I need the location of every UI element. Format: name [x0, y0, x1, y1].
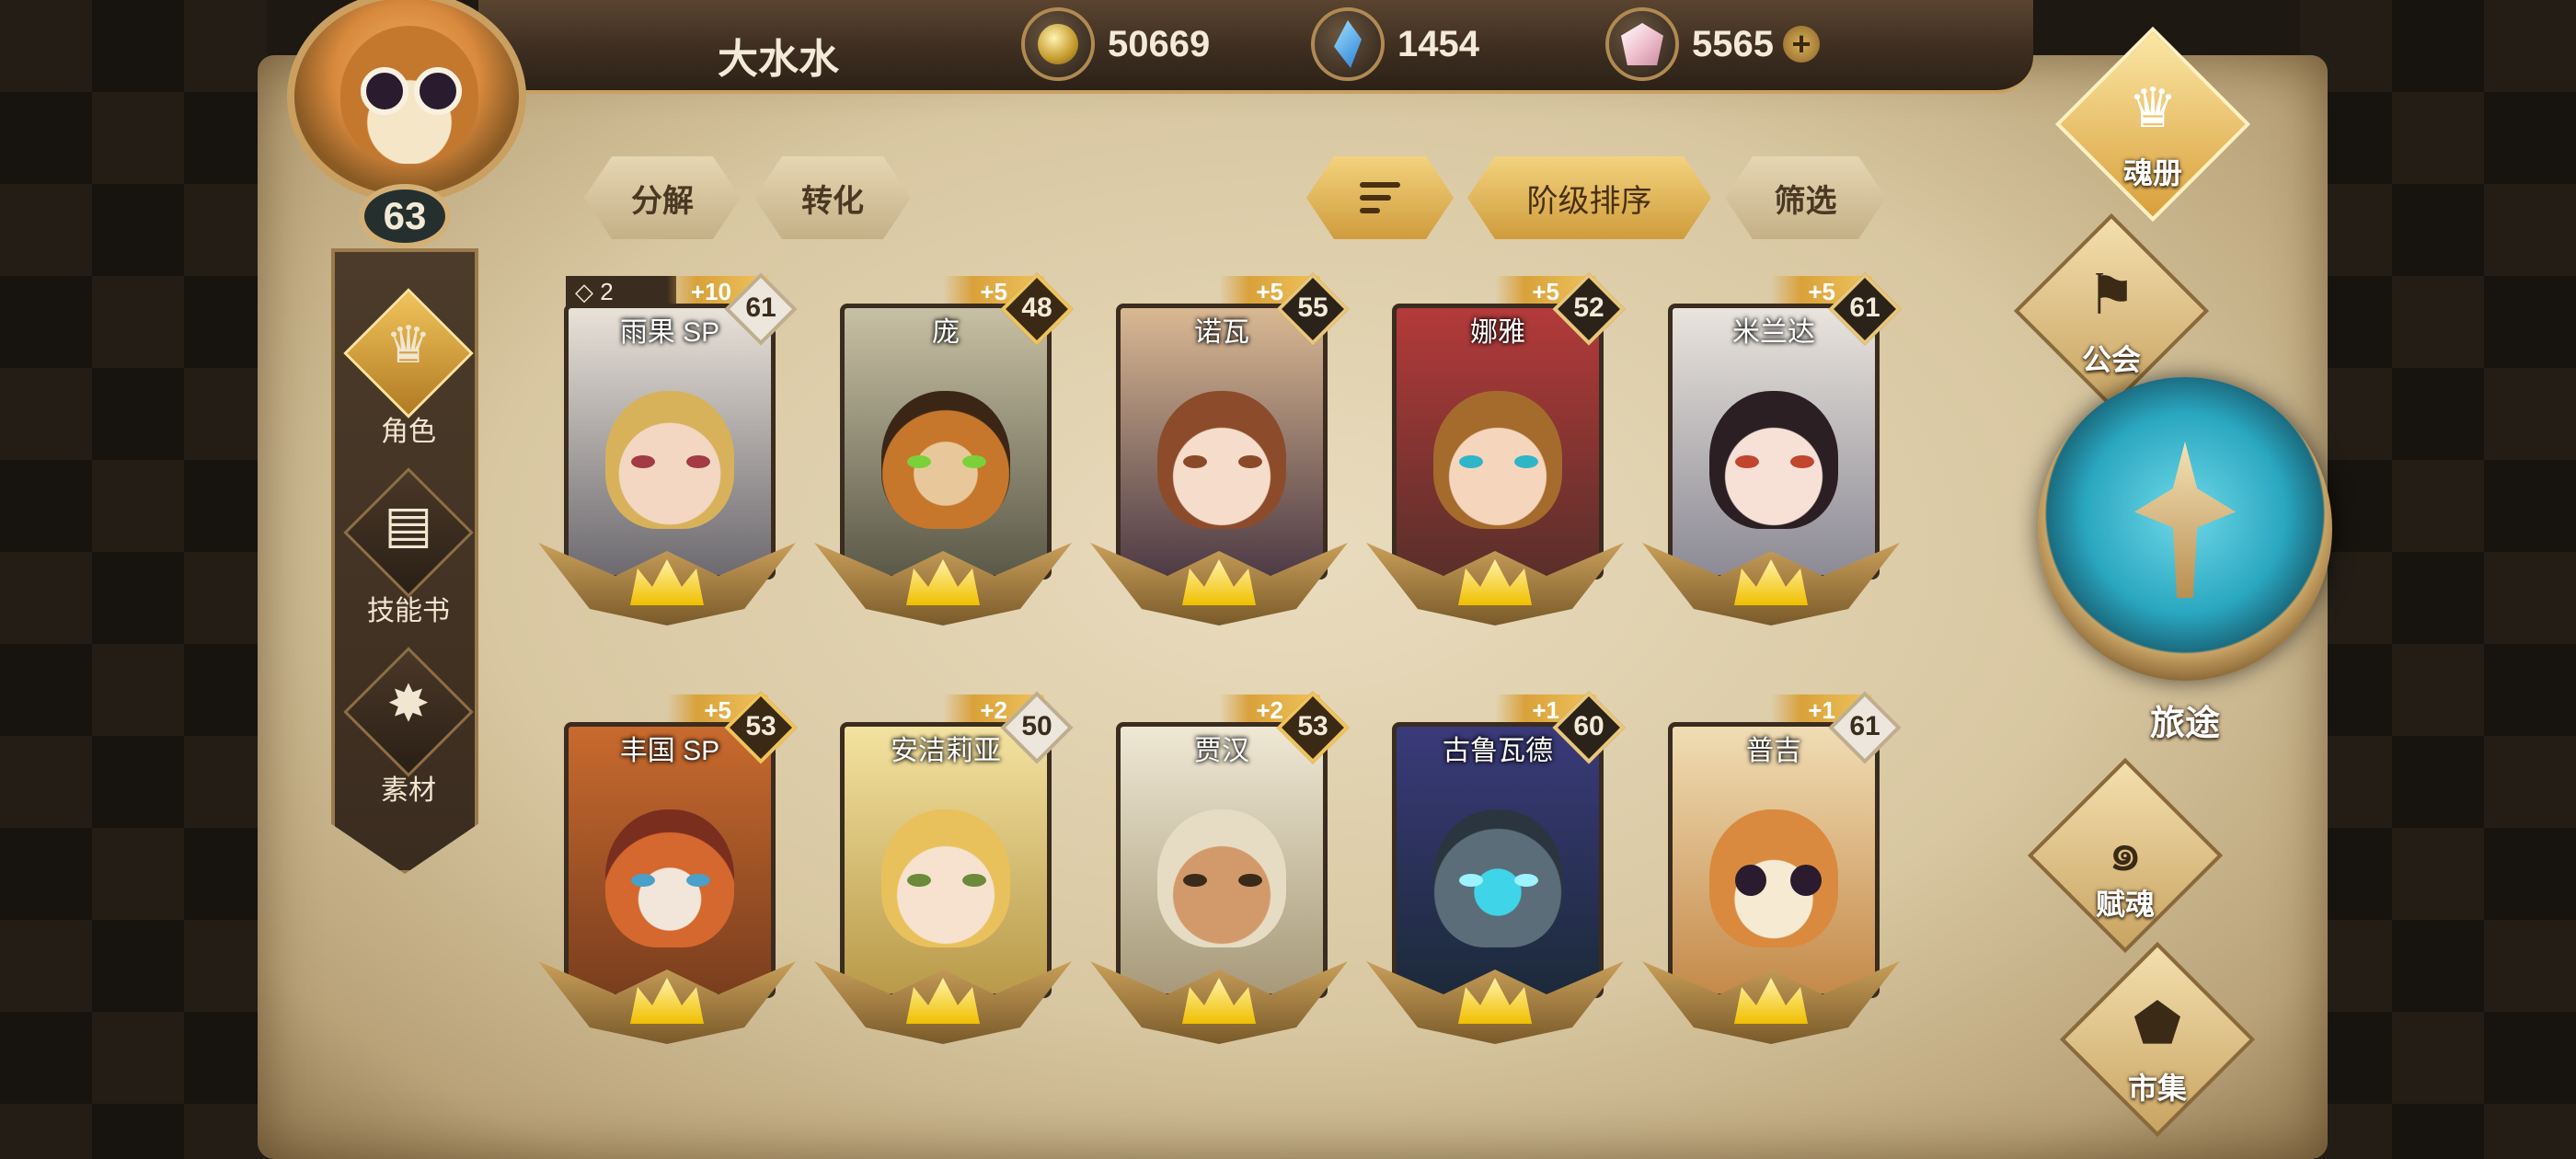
hero-level: 50 [1021, 711, 1052, 741]
star-rank-chip: ◇ 2 [566, 276, 676, 307]
left-border-panel [0, 0, 267, 1159]
gem-currency: 5565 + [1605, 7, 1820, 81]
convert-button[interactable]: 转化 [754, 156, 911, 239]
hero-card[interactable]: ◇ 2 +10 雨果 SP 61 [538, 267, 798, 671]
sort-lines-icon [1360, 182, 1400, 213]
hero-level: 53 [1297, 711, 1328, 741]
right-border-panel [2300, 0, 2576, 1159]
hero-level: 48 [1021, 293, 1052, 323]
gold-coin-icon [1021, 7, 1095, 81]
hero-level: 61 [745, 293, 776, 323]
nav-label: 魂册 [2122, 156, 2182, 189]
hero-card[interactable]: +1 普吉 61 [1642, 685, 1902, 1090]
nav-market[interactable]: ⬟ 市集 [2038, 941, 2277, 1141]
player-level-badge: 63 [359, 184, 451, 248]
hero-card[interactable]: +2 贾汉 53 [1090, 685, 1350, 1090]
blue-crystal-icon [1311, 7, 1385, 81]
crystal-currency: 1454 [1311, 7, 1479, 81]
hero-card[interactable]: +5 米兰达 61 [1642, 267, 1902, 671]
menu-item-materials[interactable]: ✸ 素材 [335, 647, 478, 822]
gem-amount: 5565 [1692, 23, 1774, 64]
player-avatar[interactable]: 63 [267, 0, 552, 248]
avatar-frame [287, 0, 526, 202]
star-rank-count: 2 [600, 278, 614, 305]
hero-card[interactable]: +5 庞 48 [814, 267, 1074, 671]
journey-label: 旅途 [2149, 705, 2220, 743]
menu-item-label: 素材 [381, 775, 436, 806]
crystal-amount: 1454 [1397, 23, 1479, 64]
menu-item-label: 角色 [381, 417, 436, 447]
sort-by-rank-button[interactable]: 阶级排序 [1467, 156, 1711, 239]
hero-level: 61 [1849, 711, 1880, 741]
nav-label: 公会 [2081, 343, 2141, 376]
hero-level: 61 [1849, 293, 1880, 323]
hero-card[interactable]: +2 安洁莉亚 50 [814, 685, 1074, 1090]
left-menu: ♛ 角色 ▤ 技能书 ✸ 素材 [331, 248, 478, 874]
hero-level: 53 [745, 711, 776, 741]
nav-soulbook[interactable]: ♛ 魂册 [2033, 26, 2272, 225]
nav-talent[interactable]: ๑ 赋魂 [2006, 757, 2245, 957]
hero-card[interactable]: +5 丰国 SP 53 [538, 685, 798, 1090]
menu-item-characters[interactable]: ♛ 角色 [335, 288, 478, 464]
gold-currency: 50669 [1021, 7, 1210, 81]
hero-card[interactable]: +5 娜雅 52 [1366, 267, 1626, 671]
decompose-button[interactable]: 分解 [584, 156, 741, 239]
filter-button[interactable]: 筛选 [1725, 156, 1886, 239]
journey-button[interactable]: 旅途 [2038, 377, 2332, 763]
hero-level: 52 [1573, 293, 1604, 323]
add-gem-button[interactable]: + [1782, 26, 1820, 63]
nav-label: 赋魂 [2095, 888, 2155, 921]
gem-icon [1605, 7, 1679, 81]
hero-level: 55 [1297, 293, 1328, 323]
gold-amount: 50669 [1108, 23, 1211, 64]
menu-item-skillbooks[interactable]: ▤ 技能书 [335, 467, 478, 643]
menu-item-label: 技能书 [367, 596, 450, 626]
hero-card[interactable]: +1 古鲁瓦德 60 [1366, 685, 1626, 1090]
hero-level: 60 [1573, 711, 1604, 741]
sort-order-button[interactable] [1306, 156, 1454, 239]
player-name: 大水水 [718, 37, 839, 82]
journey-emblem-icon [2038, 377, 2332, 681]
owl-avatar-icon [340, 26, 478, 164]
hero-card[interactable]: +5 诺瓦 55 [1090, 267, 1350, 671]
nav-label: 市集 [2127, 1072, 2187, 1105]
